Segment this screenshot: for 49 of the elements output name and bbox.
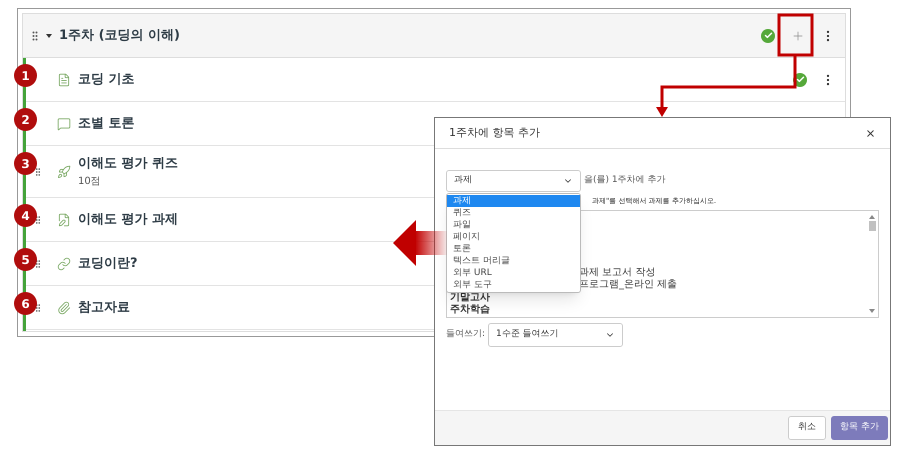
rocket-icon [57,164,71,178]
dropdown-option[interactable]: 외부 URL [447,267,580,279]
dropdown-option[interactable]: 외부 도구 [447,279,580,291]
cancel-button[interactable]: 취소 [788,416,826,440]
step-number: 2 [21,112,30,128]
edit-document-icon [57,212,71,226]
item-title[interactable]: 코딩이란? [78,254,138,274]
step-number: 5 [21,252,30,268]
dropdown-option[interactable]: 토론 [447,243,580,255]
step-number: 4 [21,208,30,224]
link-icon [57,256,71,270]
add-to-label: 을(를) 1주차에 추가 [584,174,666,188]
dropdown-option[interactable]: 퀴즈 [447,207,580,219]
indent-label: 들여쓰기: [446,328,486,342]
item-title[interactable]: 참고자료 [78,298,130,318]
item-title[interactable]: 조별 토론 [78,114,135,134]
scroll-thumb[interactable] [868,221,876,231]
dropdown-option[interactable]: 파일 [447,219,580,231]
module-title: 1주차 (코딩의 이해) [59,26,180,45]
scroll-up-icon[interactable] [869,215,875,219]
drag-handle-icon[interactable] [33,258,43,268]
close-icon[interactable] [865,128,876,138]
dialog-title: 1주차에 항목 추가 [449,124,540,141]
chat-icon [57,116,71,130]
paperclip-icon [57,300,71,314]
step-number: 1 [21,68,30,84]
item-title[interactable]: 코딩 기초 [78,70,135,90]
dropdown-option[interactable]: 텍스트 머리글 [447,255,580,267]
item-title[interactable]: 이해도 평가 퀴즈 [78,154,178,174]
dropdown-option[interactable]: 페이지 [447,231,580,243]
item-points: 10점 [78,174,102,189]
type-select[interactable]: 과제 [446,170,581,192]
dropdown-option[interactable]: 과제 [447,195,580,207]
drag-handle-icon[interactable] [33,214,43,224]
item-title[interactable]: 이해도 평가 과제 [78,210,178,230]
drag-handle-icon[interactable] [33,166,43,176]
caret-icon[interactable] [45,32,53,38]
indent-select[interactable]: 1수준 들여쓰기 [488,323,624,347]
published-check-icon[interactable] [761,28,775,42]
scroll-down-icon[interactable] [869,309,875,313]
list-item[interactable]: 주차학습 [450,302,490,318]
step-number: 3 [21,156,30,172]
left-arrow-icon [393,219,447,267]
drag-handle-icon[interactable] [33,302,43,312]
add-item-button[interactable]: 항목 추가 [831,416,888,440]
document-icon [57,72,71,86]
step-number: 6 [21,296,30,312]
list-item[interactable]: 프로그램_온라인 제출 [579,277,678,292]
list-item[interactable]: 기말고사 [450,290,490,305]
